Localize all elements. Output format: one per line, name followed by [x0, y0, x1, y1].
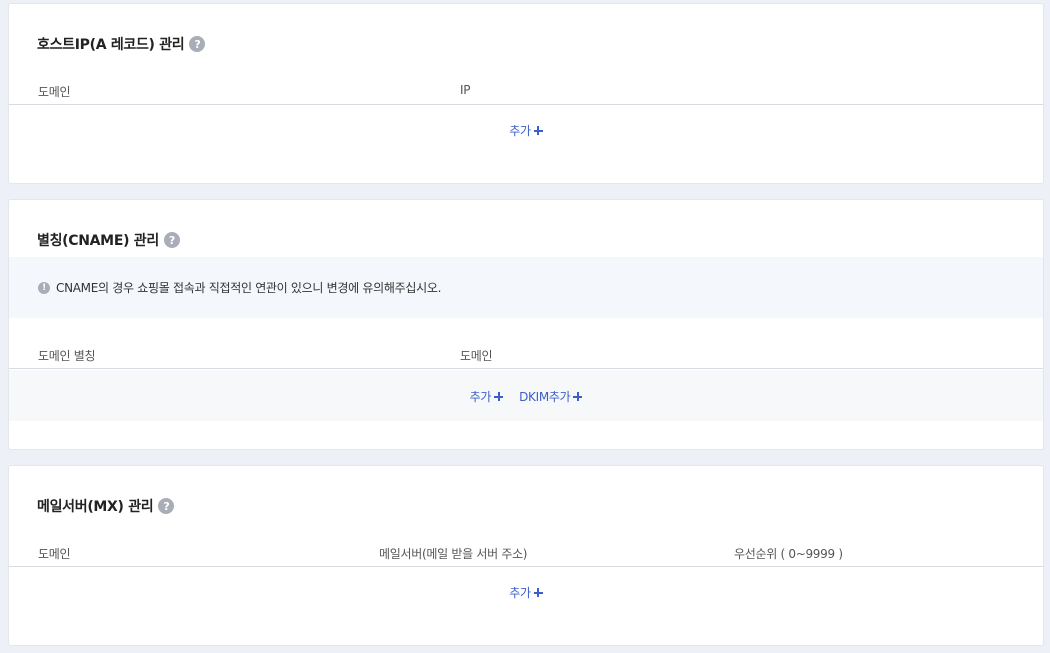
a-record-add-row: 추가 [9, 122, 1043, 139]
mx-title: 메일서버(MX) 관리 ? [37, 496, 175, 516]
column-header-domain-alias: 도메인 별칭 [38, 349, 96, 363]
column-header-priority: 우선순위 ( 0~9999 ) [734, 547, 843, 561]
help-icon[interactable]: ? [158, 498, 175, 514]
cname-panel: 별칭(CNAME) 관리 ? ! CNAME의 경우 쇼핑몰 접속과 직접적인 … [8, 199, 1044, 450]
add-cname-button[interactable]: 추가 [469, 388, 504, 405]
cname-notice: ! CNAME의 경우 쇼핑몰 접속과 직접적인 연관이 있으니 변경에 유의해… [9, 257, 1043, 318]
add-label: 추가 [509, 586, 531, 600]
dkim-add-label: DKIM추가 [519, 390, 571, 404]
cname-table-header: 도메인 별칭 도메인 [9, 339, 1043, 369]
cname-title-text: 별칭(CNAME) 관리 [37, 233, 159, 249]
help-icon[interactable]: ? [163, 232, 180, 248]
cname-title: 별칭(CNAME) 관리 ? [37, 230, 180, 250]
plus-icon [533, 126, 543, 135]
add-dkim-button[interactable]: DKIM추가 [519, 388, 583, 405]
mx-title-text: 메일서버(MX) 관리 [37, 499, 154, 515]
help-icon[interactable]: ? [189, 36, 206, 52]
cname-notice-text: CNAME의 경우 쇼핑몰 접속과 직접적인 연관이 있으니 변경에 유의해주십… [56, 281, 442, 295]
add-label: 추가 [509, 124, 531, 138]
a-record-table-header: 도메인 IP [9, 75, 1043, 105]
add-a-record-button[interactable]: 추가 [509, 122, 543, 139]
column-header-domain: 도메인 [460, 349, 493, 363]
info-icon: ! [38, 281, 50, 294]
column-header-domain: 도메인 [38, 547, 71, 561]
cname-add-row: 추가 DKIM추가 [9, 388, 1043, 405]
column-header-mail-server: 메일서버(메일 받을 서버 주소) [379, 547, 528, 561]
plus-icon [533, 588, 543, 597]
column-header-domain: 도메인 [38, 85, 71, 99]
mx-panel: 메일서버(MX) 관리 ? 도메인 메일서버(메일 받을 서버 주소) 우선순위… [8, 465, 1044, 646]
a-record-title-text: 호스트IP(A 레코드) 관리 [37, 37, 185, 53]
a-record-title: 호스트IP(A 레코드) 관리 ? [37, 34, 206, 54]
plus-icon [494, 392, 504, 401]
a-record-panel: 호스트IP(A 레코드) 관리 ? 도메인 IP 추가 [8, 3, 1044, 184]
add-mx-button[interactable]: 추가 [509, 584, 543, 601]
column-header-ip: IP [460, 83, 471, 97]
plus-icon [573, 392, 583, 401]
mx-add-row: 추가 [9, 584, 1043, 601]
mx-table-header: 도메인 메일서버(메일 받을 서버 주소) 우선순위 ( 0~9999 ) [9, 537, 1043, 567]
add-label: 추가 [469, 390, 492, 404]
